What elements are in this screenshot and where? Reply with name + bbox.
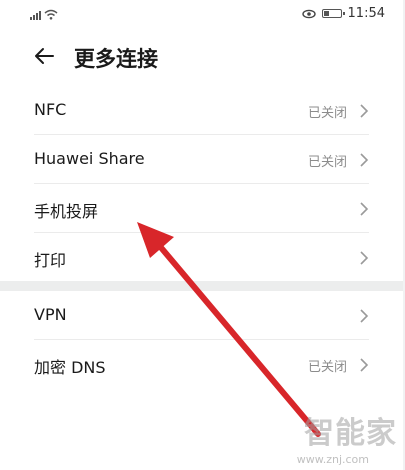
list-item-screen-projection[interactable]: 手机投屏	[0, 184, 403, 233]
watermark-url: www.znj.com	[296, 453, 369, 466]
battery-icon	[321, 9, 345, 18]
chevron-right-icon	[360, 153, 369, 167]
list-item-encrypted-dns[interactable]: 加密 DNS 已关闭	[0, 340, 403, 389]
list-item-vpn[interactable]: VPN	[0, 291, 403, 340]
settings-screen: 11:54 更多连接 NFC 已关闭 Huawei Share 已关闭 手机投屏…	[0, 0, 403, 470]
list-item-status: 已关闭	[307, 106, 347, 121]
back-arrow-icon[interactable]	[32, 44, 56, 68]
list-item-print[interactable]: 打印	[0, 233, 403, 282]
clock: 11:54	[347, 6, 385, 21]
page-header: 更多连接	[0, 30, 403, 86]
status-bar: 11:54	[0, 0, 403, 30]
chevron-right-icon	[360, 309, 369, 323]
wifi-icon	[44, 9, 58, 20]
page-title: 更多连接	[74, 47, 158, 71]
list-item-status: 已关闭	[307, 360, 347, 375]
section-separator	[0, 281, 403, 291]
chevron-right-icon	[360, 202, 369, 216]
list-item-label: 手机投屏	[34, 202, 99, 221]
list-item-nfc[interactable]: NFC 已关闭	[0, 86, 403, 135]
system-indicators: 11:54	[301, 6, 385, 21]
list-item-label: 打印	[34, 251, 67, 270]
list-item-label: 加密 DNS	[34, 358, 106, 377]
list-item-label: Huawei Share	[34, 149, 145, 168]
list-item-label: VPN	[34, 305, 67, 324]
network-indicators	[30, 9, 58, 20]
eye-comfort-icon	[301, 9, 316, 18]
chevron-right-icon	[360, 104, 369, 118]
list-item-status: 已关闭	[307, 155, 347, 170]
list-item-huawei-share[interactable]: Huawei Share 已关闭	[0, 135, 403, 184]
watermark-logo: 智能家	[304, 416, 397, 451]
chevron-right-icon	[360, 251, 369, 265]
list-item-label: NFC	[34, 100, 67, 119]
chevron-right-icon	[360, 358, 369, 372]
signal-icon	[30, 11, 41, 20]
